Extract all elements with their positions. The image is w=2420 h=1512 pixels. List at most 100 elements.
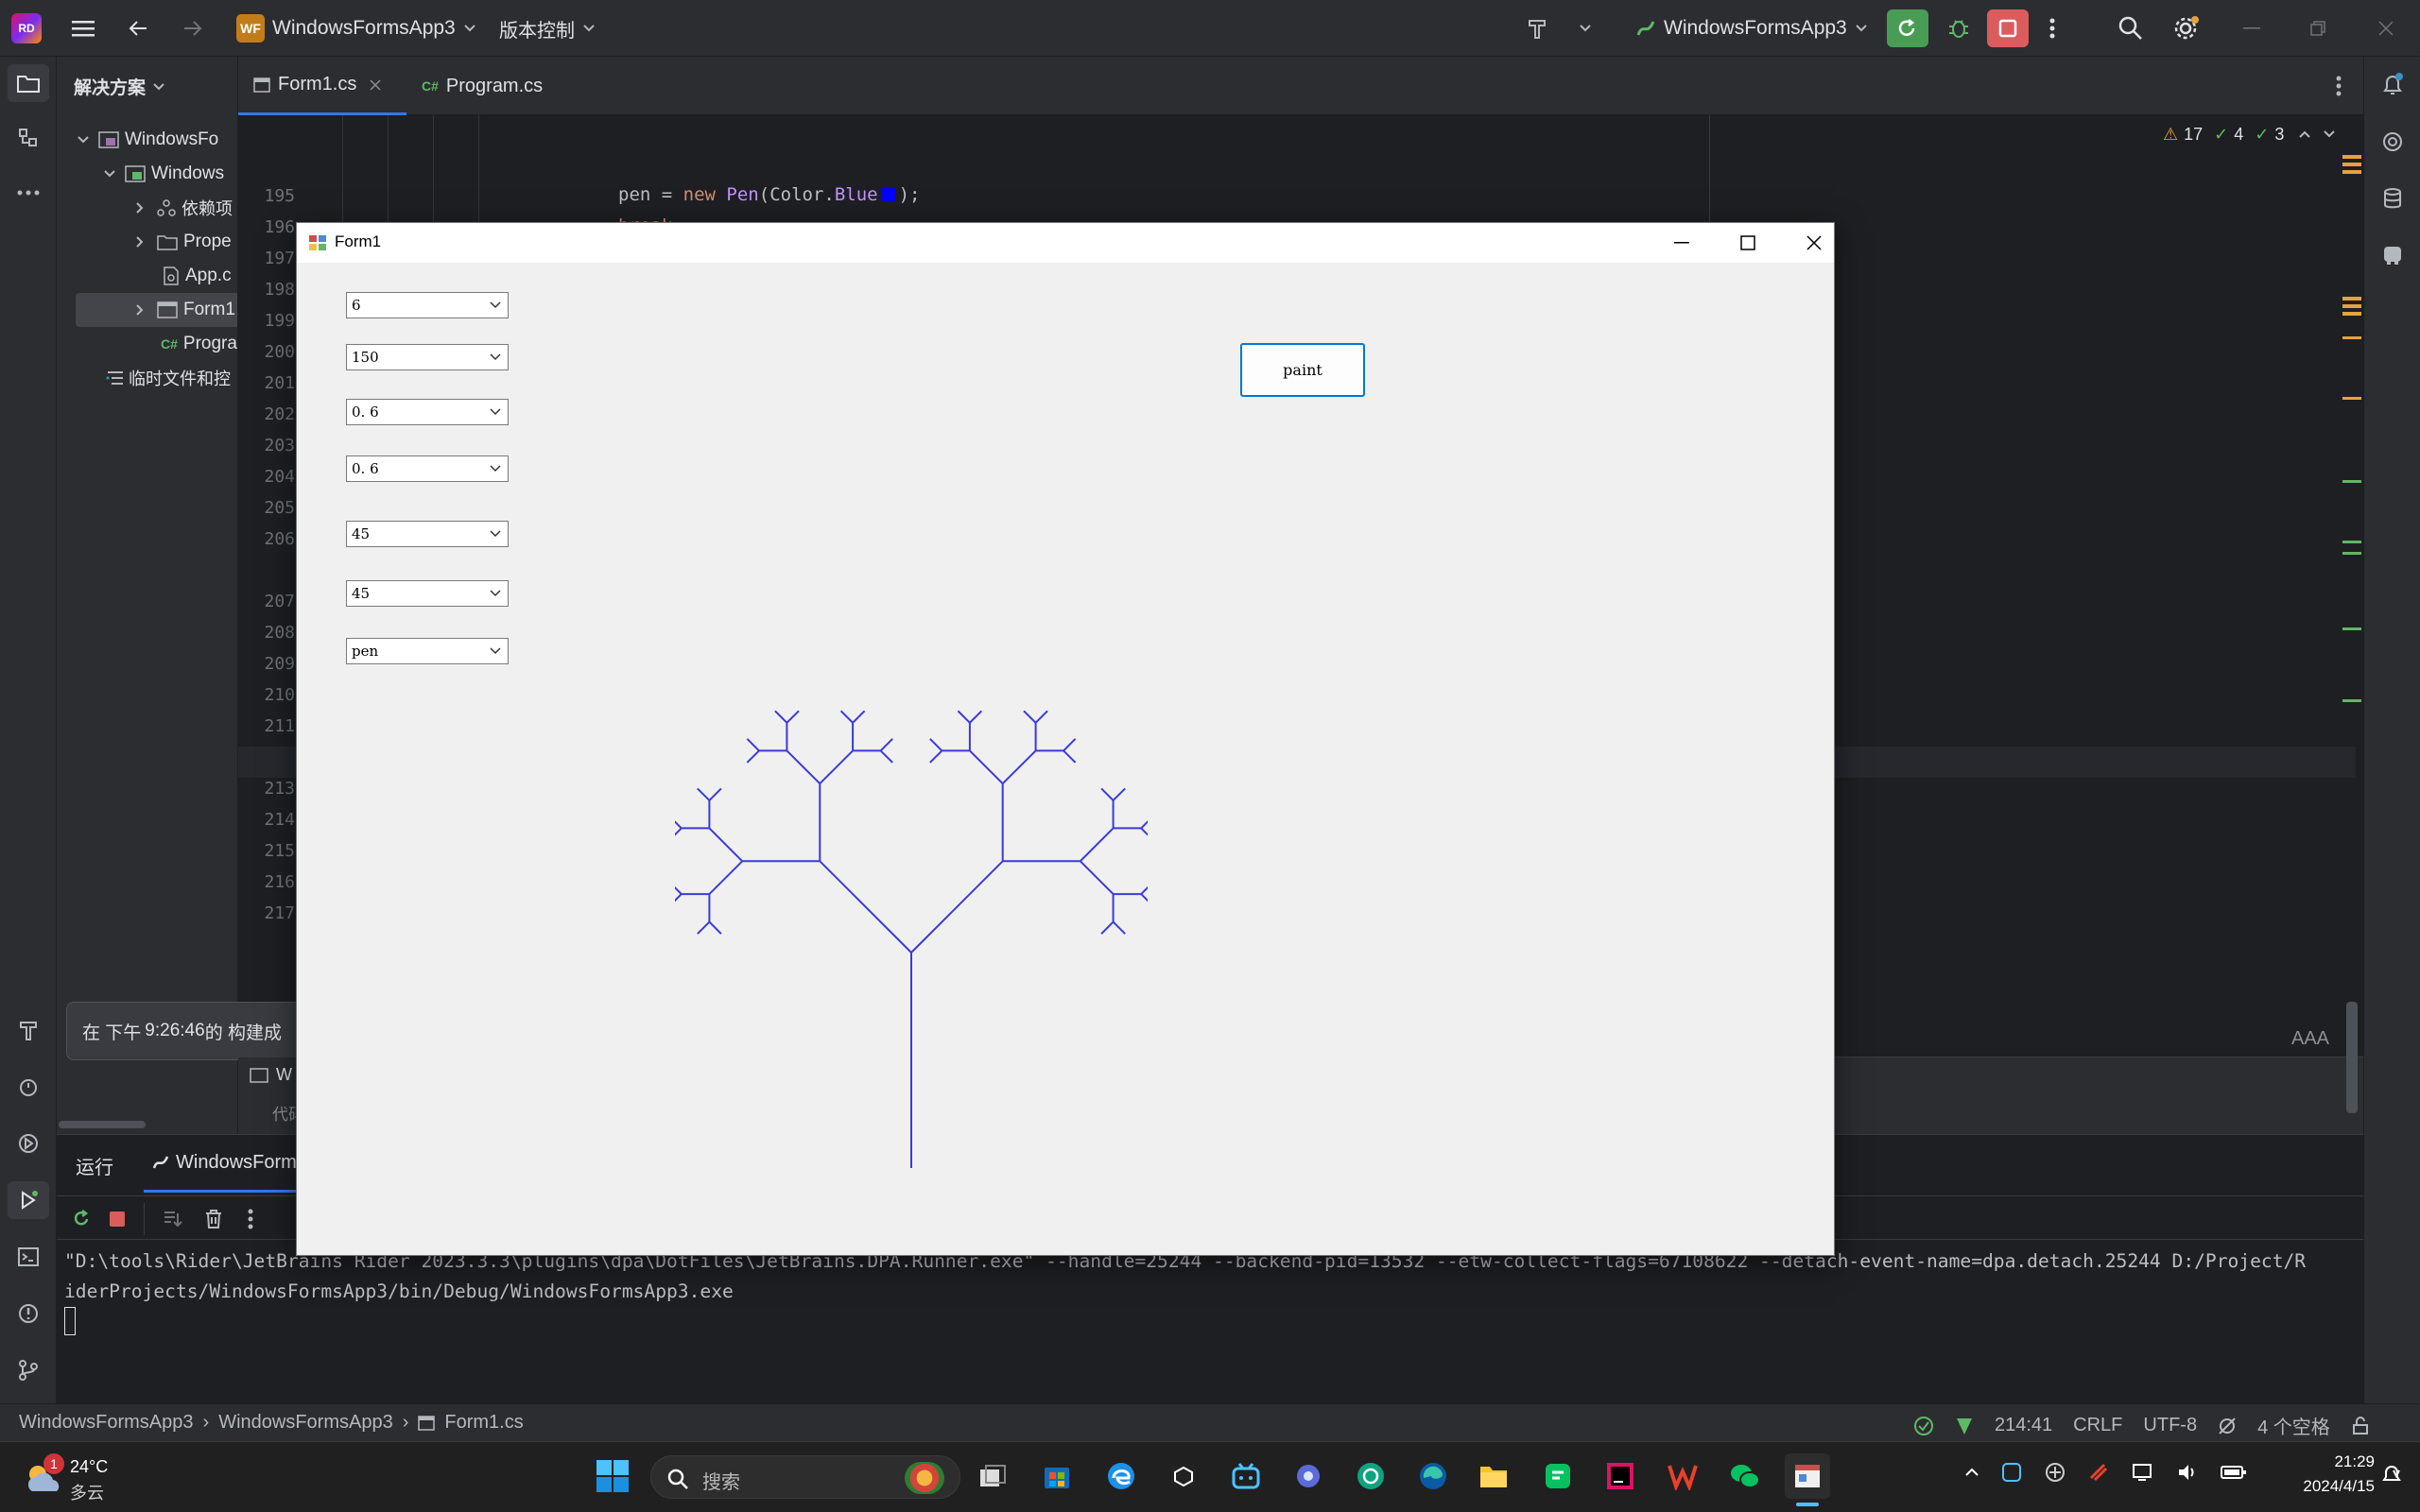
taskbar-search-box[interactable]: 搜索 [650, 1455, 960, 1499]
nuget-icon[interactable] [2372, 236, 2413, 274]
form-minimize-icon[interactable] [1658, 227, 1705, 259]
bilibili-icon[interactable] [1223, 1453, 1269, 1499]
build-tool-icon[interactable] [8, 1011, 49, 1049]
rider-taskbar-icon[interactable] [1598, 1453, 1643, 1499]
form-maximize-icon[interactable] [1724, 227, 1772, 259]
antivirus-icon[interactable] [2087, 1461, 2110, 1484]
task-view-icon[interactable] [970, 1453, 1015, 1499]
tab-form1-cs[interactable]: Form1.cs [238, 57, 406, 115]
structure-icon[interactable] [8, 119, 49, 157]
right-angle-combobox[interactable]: 45 [346, 580, 509, 607]
stop-button[interactable] [1987, 9, 2029, 47]
line-ending[interactable]: CRLF [2073, 1415, 2122, 1436]
length-combobox[interactable]: 150 [346, 344, 509, 370]
back-arrow-icon[interactable] [121, 13, 155, 43]
pen-combobox[interactable]: pen [346, 638, 509, 664]
battery-icon[interactable] [2220, 1463, 2248, 1482]
error-stripe[interactable] [2342, 151, 2361, 1115]
scroll-to-end-icon[interactable] [155, 1203, 189, 1235]
breadcrumb-item[interactable]: WindowsFormsApp3 [19, 1412, 194, 1434]
services-icon[interactable] [8, 1068, 49, 1106]
build-notification[interactable]: 在 下午 9:26:46 的 构建成 [66, 1002, 312, 1060]
indent-setting[interactable]: 4 个空格 [2257, 1412, 2330, 1439]
wps-office-icon[interactable] [1660, 1453, 1705, 1499]
more-actions-icon[interactable] [2038, 13, 2066, 43]
left-ratio-combobox[interactable]: 0. 6 [346, 399, 509, 425]
tree-item-app-config[interactable]: App.c [57, 259, 237, 293]
form1-taskbar-icon[interactable] [1785, 1453, 1830, 1499]
chevron-down-icon[interactable] [2324, 130, 2336, 138]
rider-logo-icon[interactable]: RD [11, 13, 42, 43]
tree-item-program[interactable]: C# Progra [57, 327, 237, 361]
rerun-icon[interactable] [64, 1203, 98, 1235]
close-tab-icon[interactable] [370, 78, 381, 91]
ai-assistant-icon[interactable] [2372, 123, 2413, 161]
main-menu-icon[interactable] [66, 13, 100, 43]
project-switcher[interactable]: WF WindowsFormsApp3 [236, 13, 476, 43]
clear-trash-icon[interactable] [197, 1203, 231, 1235]
database-icon[interactable] [2372, 180, 2413, 217]
run-config-tab[interactable]: WindowsForms [151, 1148, 306, 1177]
explorer-folder-icon[interactable] [8, 64, 49, 102]
settings-gear-icon[interactable] [2167, 11, 2204, 45]
vcs-menu[interactable]: 版本控制 [499, 13, 596, 43]
more-tools-icon[interactable] [8, 174, 49, 212]
debug-button[interactable] [1938, 9, 1979, 47]
editor-scrollbar[interactable] [2346, 1002, 2358, 1113]
wechat-icon[interactable] [1722, 1453, 1768, 1499]
run-tool-icon[interactable] [8, 1181, 49, 1219]
weather-widget[interactable]: 1 24°C 多云 [19, 1453, 170, 1503]
tree-item-properties[interactable]: Prope [57, 225, 237, 259]
right-ratio-combobox[interactable]: 0. 6 [346, 455, 509, 482]
notifications-bell-icon[interactable] [2372, 66, 2413, 104]
breadcrumb-item[interactable]: WindowsFormsApp3 [218, 1412, 393, 1434]
build-hammer-icon[interactable] [1520, 13, 1554, 43]
microsoft-store-icon[interactable] [1034, 1453, 1080, 1499]
network-icon[interactable] [2131, 1461, 2155, 1484]
depth-combobox[interactable]: 6 [346, 292, 509, 318]
left-angle-combobox[interactable]: 45 [346, 521, 509, 547]
file-explorer-icon[interactable] [1471, 1453, 1516, 1499]
chevron-up-icon[interactable] [2299, 130, 2311, 138]
tree-item-scratches[interactable]: 临时文件和控 [57, 361, 237, 395]
tree-item-dependencies[interactable]: 依赖项 [57, 191, 237, 225]
notification-center-icon[interactable] [2380, 1463, 2403, 1486]
wechat-chat-icon[interactable] [1535, 1453, 1581, 1499]
volume-icon[interactable] [2176, 1461, 2199, 1484]
tree-item-form1[interactable]: Form1 [57, 293, 237, 327]
debug-tool-icon[interactable] [8, 1125, 49, 1162]
form1-title-bar[interactable]: Form1 [297, 223, 1834, 263]
restore-window-icon[interactable] [2299, 13, 2337, 43]
paint-button[interactable]: paint [1240, 343, 1365, 397]
file-encoding[interactable]: UTF-8 [2143, 1415, 2197, 1436]
rerun-button[interactable] [1887, 9, 1928, 47]
check-circle-icon[interactable] [1913, 1416, 1934, 1436]
inspections-widget[interactable]: ⚠ 17 ✓ 4 ✓ 3 [2163, 123, 2336, 146]
lock-icon[interactable] [2351, 1416, 2370, 1435]
tray-app-icon[interactable] [2000, 1461, 2023, 1484]
solution-explorer-header[interactable]: 解决方案 [74, 74, 164, 99]
shield-icon[interactable] [1955, 1416, 1974, 1436]
explorer-scrollbar[interactable] [59, 1121, 146, 1128]
forward-arrow-icon[interactable] [176, 13, 210, 43]
close-window-icon[interactable] [2367, 13, 2405, 43]
lower-tool-tab[interactable]: W [250, 1065, 292, 1085]
ime-icon[interactable] [2044, 1461, 2066, 1484]
cursor-position[interactable]: 214:41 [1995, 1415, 2052, 1436]
clock[interactable]: 21:29 2024/4/15 [2269, 1450, 2375, 1499]
terminal-icon[interactable] [8, 1238, 49, 1276]
code-line-195[interactable]: pen = new Pen(Color.Blue); [618, 184, 920, 205]
search-icon[interactable] [2112, 11, 2150, 45]
tab-program-cs[interactable]: C# Program.cs [406, 57, 577, 115]
edge-browser-icon[interactable] [1410, 1453, 1456, 1499]
edge-legacy-icon[interactable] [1098, 1453, 1144, 1499]
problems-icon[interactable] [8, 1295, 49, 1332]
reader-mode-icon[interactable]: AAA [2291, 1028, 2329, 1050]
breadcrumb-item[interactable]: Form1.cs [444, 1412, 523, 1434]
form-close-icon[interactable] [1790, 227, 1838, 259]
git-branch-icon[interactable] [8, 1351, 49, 1389]
minimize-window-icon[interactable] [2233, 13, 2271, 43]
chevron-up-icon[interactable] [1964, 1468, 1979, 1477]
stop-icon[interactable] [100, 1203, 134, 1235]
unity-icon[interactable] [1161, 1453, 1206, 1499]
